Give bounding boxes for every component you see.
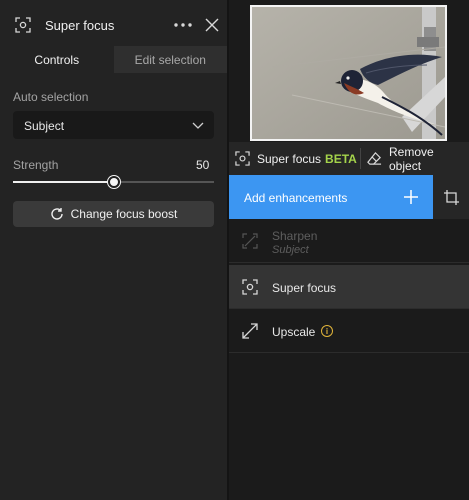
add-enhancements-button[interactable]: Add enhancements — [229, 175, 433, 219]
super-focus-panel: Super focus Controls Edit selection Auto… — [0, 0, 227, 500]
change-focus-boost-label: Change focus boost — [70, 207, 178, 221]
sharpen-icon — [242, 233, 258, 249]
auto-selection-value: Subject — [24, 119, 65, 133]
panel-header: Super focus — [0, 0, 227, 46]
more-options-icon[interactable] — [173, 15, 193, 35]
super-focus-tool[interactable]: Super focus BETA — [235, 142, 357, 175]
panel-tabs: Controls Edit selection — [0, 46, 227, 73]
image-thumbnail — [250, 5, 447, 141]
tool-bar: Super focus BETA Remove object — [229, 142, 469, 175]
strength-value: 50 — [196, 158, 210, 172]
swallow-image — [252, 7, 445, 139]
plus-icon — [404, 190, 418, 204]
tab-controls[interactable]: Controls — [0, 46, 114, 73]
chevron-down-icon — [192, 122, 204, 129]
strength-label: Strength — [13, 158, 59, 172]
enhancement-row-super-focus[interactable]: Super focus — [229, 265, 469, 309]
upscale-icon — [242, 323, 258, 339]
change-focus-boost-button[interactable]: Change focus boost — [13, 201, 214, 227]
enhancement-name: Upscale — [272, 325, 316, 339]
remove-object-tool[interactable]: Remove object — [367, 142, 469, 175]
auto-selection-dropdown[interactable]: Subject — [13, 111, 214, 139]
panel-title: Super focus — [45, 18, 115, 33]
tab-edit-selection[interactable]: Edit selection — [113, 46, 227, 73]
app-root: Super focus Controls Edit selection Auto… — [0, 0, 469, 500]
swallow-photo — [252, 7, 445, 139]
enhancement-subtitle: Subject — [272, 244, 309, 256]
info-icon[interactable]: i — [321, 325, 333, 337]
enhancement-name: Sharpen — [272, 229, 318, 243]
crop-button[interactable] — [433, 175, 469, 219]
enhancement-row-upscale[interactable]: Upscale i — [229, 309, 469, 353]
slider-fill — [13, 181, 114, 183]
enhancement-name: Super focus — [272, 281, 337, 295]
slider-thumb[interactable] — [108, 176, 120, 188]
beta-badge: BETA — [325, 151, 357, 166]
close-icon[interactable] — [205, 18, 219, 32]
strength-slider[interactable] — [13, 176, 214, 188]
focus-icon — [235, 151, 250, 166]
refresh-icon — [50, 208, 63, 220]
crop-icon — [444, 190, 459, 205]
add-enhancements-label: Add enhancements — [244, 191, 348, 205]
auto-selection-label: Auto selection — [13, 90, 89, 104]
toolbar-separator — [360, 148, 361, 169]
eraser-icon — [367, 151, 382, 165]
focus-icon — [15, 17, 31, 33]
remove-object-label: Remove object — [389, 144, 434, 173]
focus-icon — [242, 279, 258, 295]
super-focus-tool-label: Super focus — [257, 151, 322, 166]
enhancements-panel: Super focus BETA Remove object Add enhan… — [229, 0, 469, 500]
enhancement-row-sharpen[interactable]: Sharpen Subject — [229, 219, 469, 263]
